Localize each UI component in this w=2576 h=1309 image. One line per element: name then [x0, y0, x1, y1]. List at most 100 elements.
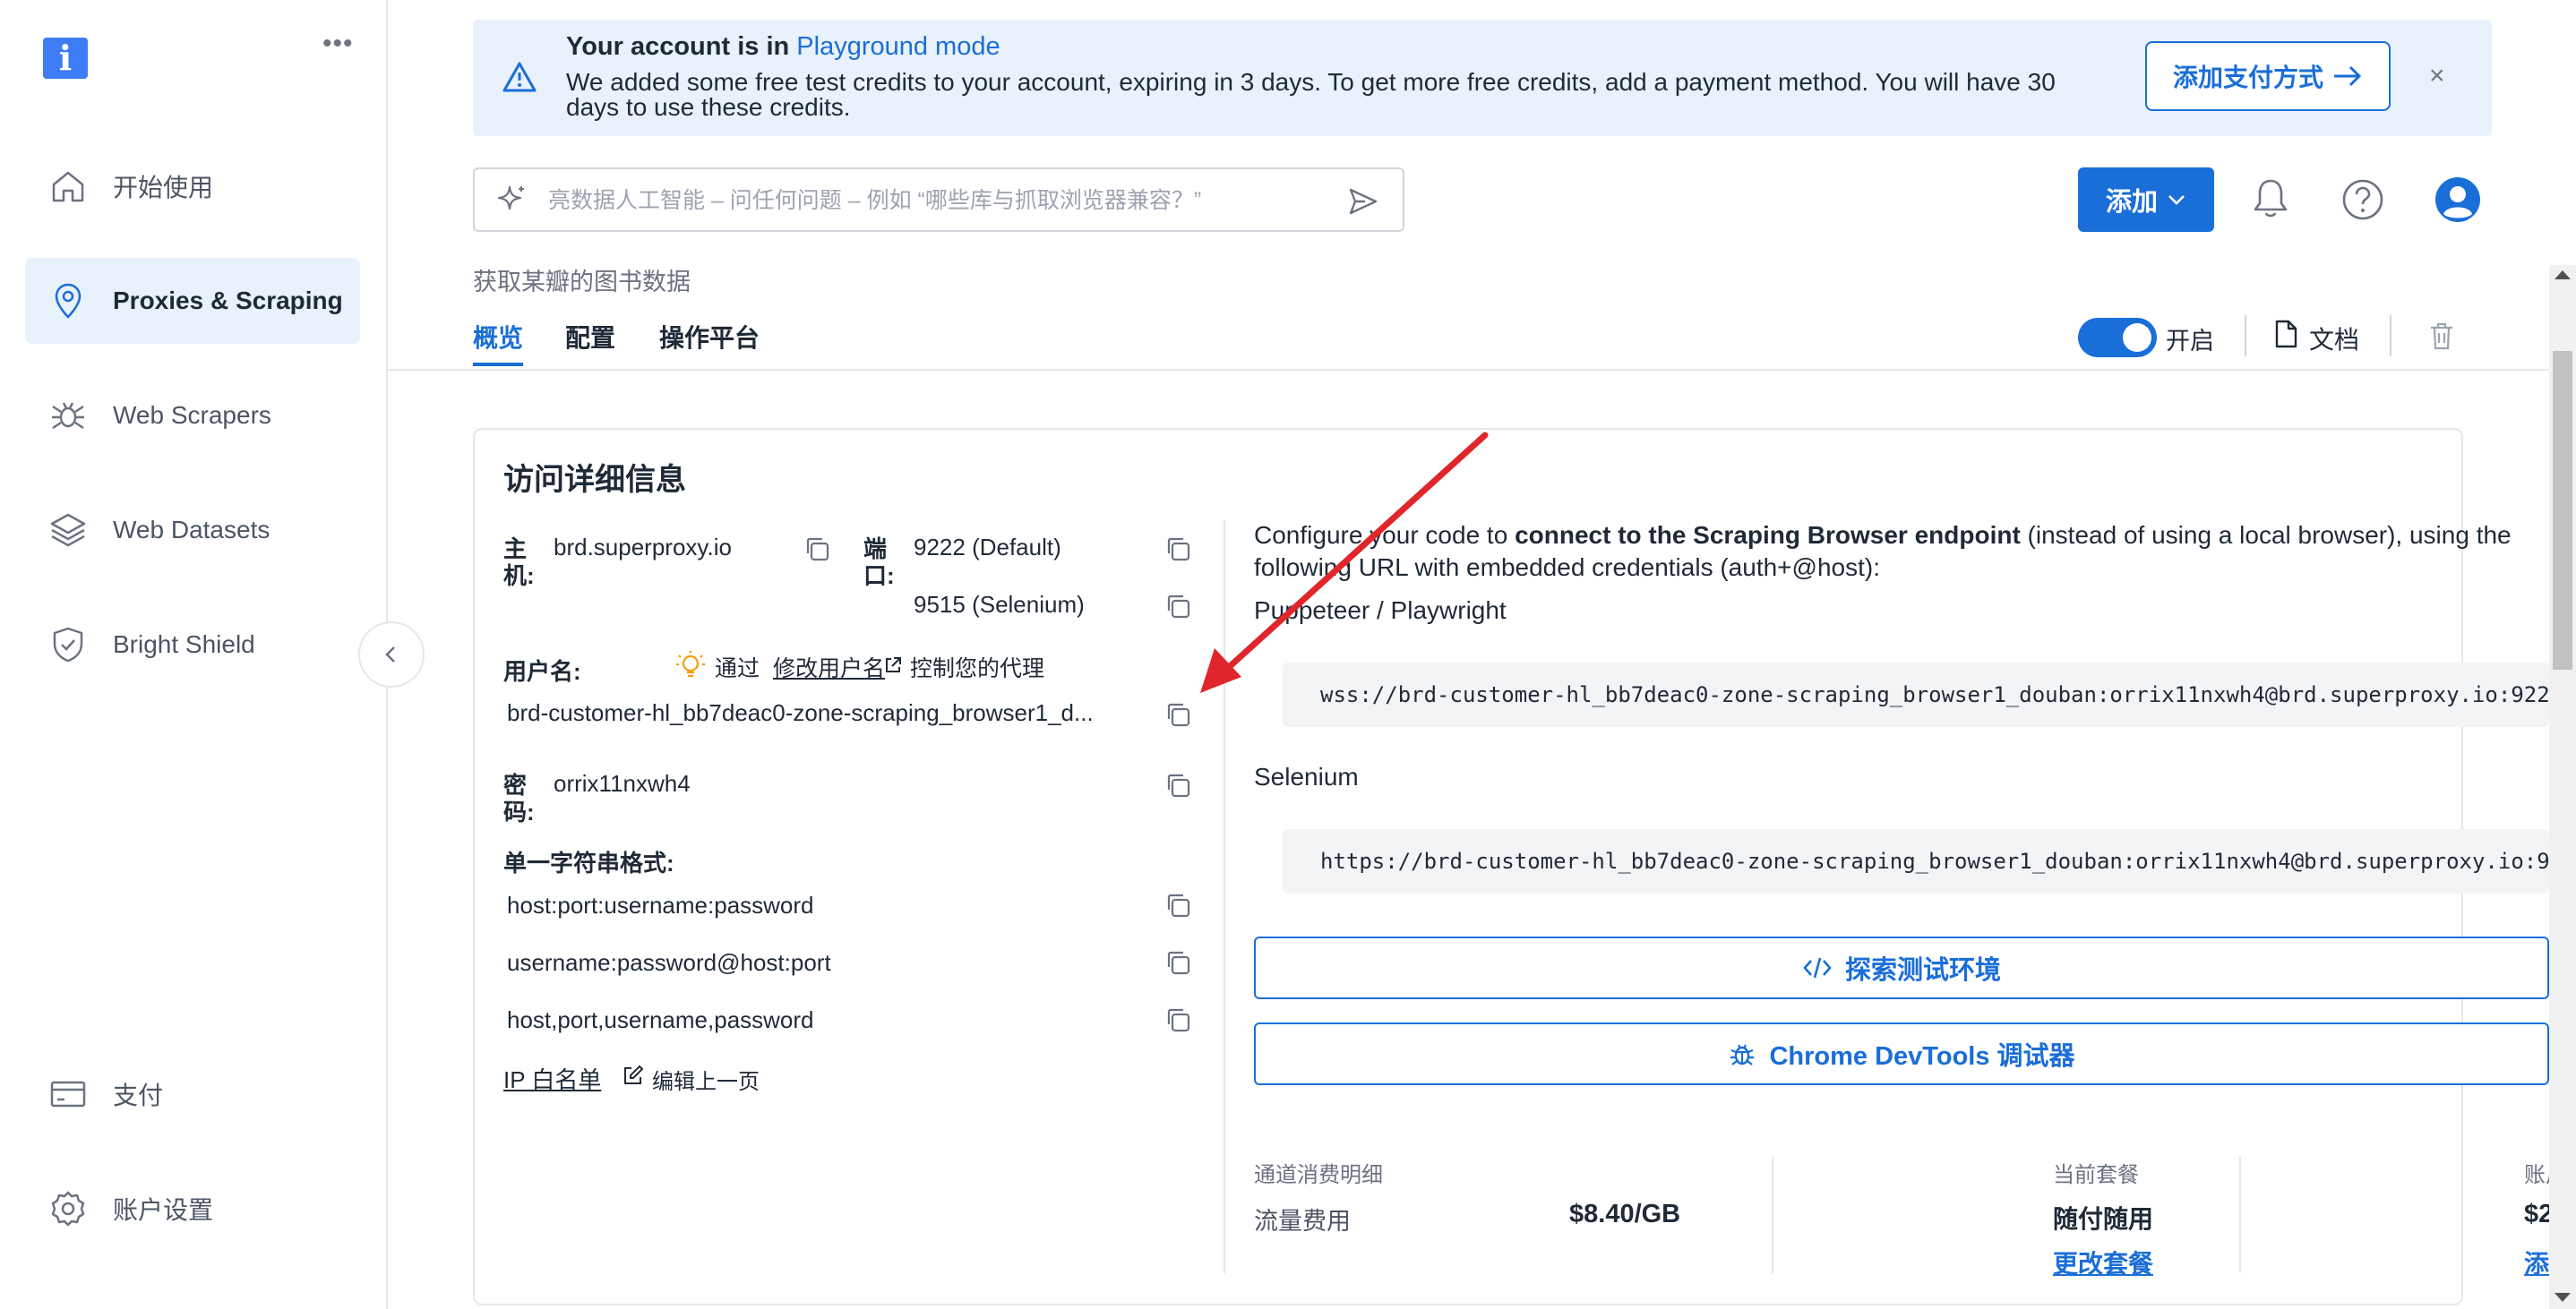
playground-mode-link[interactable]: Playground mode — [796, 32, 1000, 61]
copy-format-3-icon[interactable] — [1163, 1005, 1193, 1035]
traffic-fee-label: 流量费用 — [1254, 1208, 1351, 1235]
edit-previous-page-link[interactable]: 编辑上一页 — [652, 1064, 760, 1095]
copy-format-2-icon[interactable] — [1163, 947, 1193, 978]
selenium-url: https://brd-customer-hl_bb7deac0-zone-sc… — [1320, 849, 2549, 874]
code-icon — [1803, 957, 1832, 979]
shield-icon — [53, 627, 83, 663]
document-icon — [2275, 320, 2297, 348]
sidebar-item-label: 支付 — [113, 1082, 164, 1109]
sidebar-item-label: 开始使用 — [113, 174, 214, 201]
current-plan-value: 随付随用 — [2053, 1205, 2154, 1233]
copy-password-icon[interactable] — [1163, 770, 1193, 800]
docs-label[interactable]: 文档 — [2309, 321, 2359, 356]
warning-icon — [502, 62, 537, 92]
sidebar-item-web-scrapers[interactable]: Web Scrapers — [25, 372, 360, 458]
docs-button[interactable] — [2271, 319, 2300, 349]
sidebar-item-label: Bright Shield — [113, 630, 255, 658]
help-icon[interactable] — [2341, 178, 2384, 221]
gear-icon — [51, 1191, 85, 1227]
spider-icon — [52, 402, 84, 430]
chrome-devtools-debugger-button[interactable]: Chrome DevTools 调试器 — [1254, 1022, 2549, 1085]
header-divider — [388, 369, 2555, 371]
collapse-sidebar-button[interactable] — [358, 621, 425, 688]
sidebar-item-account-settings[interactable]: 账户设置 — [25, 1166, 360, 1252]
port-default-value: 9222 (Default) — [914, 534, 1061, 560]
ip-whitelist-link[interactable]: IP 白名单 — [503, 1062, 601, 1095]
sidebar-item-get-started[interactable]: 开始使用 — [25, 143, 360, 229]
scrollbar-thumb[interactable] — [2553, 351, 2572, 670]
credit-card-icon — [50, 1081, 86, 1108]
trash-icon[interactable] — [2427, 321, 2456, 351]
format-3-value: host,port,username,password — [507, 1006, 814, 1033]
card-title: 访问详细信息 — [503, 463, 686, 497]
toggle-label: 开启 — [2166, 328, 2214, 355]
copy-host-icon[interactable] — [802, 534, 832, 564]
single-string-label: 单一字符串格式: — [503, 850, 674, 877]
account-title: 账户 — [2524, 1163, 2549, 1187]
plan-divider — [2239, 1157, 2241, 1273]
sidebar-item-web-datasets[interactable]: Web Datasets — [25, 487, 360, 573]
scroll-up-arrow-icon[interactable] — [2555, 270, 2571, 279]
explore-playground-button[interactable]: 探索测试环境 — [1254, 937, 2549, 999]
banner-title: Your account is in Playground mode — [566, 32, 1000, 61]
username-value: brd-customer-hl_bb7deac0-zone-scraping_b… — [507, 699, 1094, 726]
puppeteer-url: wss://brd-customer-hl_bb7deac0-zone-scra… — [1320, 682, 2563, 707]
active-tab-indicator — [473, 363, 523, 366]
password-value: orrix11nxwh4 — [554, 770, 691, 797]
fee-divider — [1772, 1157, 1773, 1273]
close-banner-icon[interactable]: × — [2429, 61, 2445, 91]
divider — [2390, 315, 2391, 356]
send-icon[interactable] — [1347, 185, 1379, 218]
sidebar-item-proxies-scraping[interactable]: Proxies & Scraping — [25, 258, 360, 344]
format-2-value: username:password@host:port — [507, 949, 831, 976]
change-plan-link[interactable]: 更改套餐 — [2053, 1245, 2153, 1280]
add-dropdown-button[interactable]: 添加 — [2078, 167, 2214, 232]
account-add-link[interactable]: 添 — [2524, 1245, 2549, 1280]
format-1-value: host:port:username:password — [507, 892, 814, 919]
host-label: 主机: — [503, 535, 535, 589]
ai-ask-bar — [473, 167, 1404, 232]
tab-configuration[interactable]: 配置 — [565, 319, 615, 355]
sparkle-icon — [497, 185, 524, 210]
annotation-arrow-icon — [1200, 432, 1489, 693]
app-logo[interactable]: i — [43, 38, 88, 79]
scroll-down-arrow-icon[interactable] — [2555, 1293, 2571, 1302]
sidebar-item-bright-shield[interactable]: Bright Shield — [25, 602, 360, 688]
bell-icon[interactable] — [2250, 175, 2291, 220]
chevron-down-icon — [2168, 195, 2185, 205]
edit-icon — [624, 1065, 644, 1084]
more-options-icon[interactable]: ••• — [322, 29, 354, 59]
host-value: brd.superproxy.io — [554, 534, 732, 560]
add-payment-method-button[interactable]: 添加支付方式 — [2145, 41, 2391, 111]
password-label: 密码: — [503, 772, 535, 826]
sidebar-item-label: 账户设置 — [113, 1196, 214, 1224]
username-note-suffix: 控制您的代理 — [910, 656, 1045, 681]
traffic-fee-value: $8.40/GB — [1569, 1200, 1681, 1228]
lightbulb-icon — [676, 651, 705, 678]
selenium-label: Selenium — [1254, 763, 1359, 791]
sidebar-item-label: Proxies & Scraping — [113, 287, 343, 314]
banner-body: We added some free test credits to your … — [566, 68, 2056, 121]
sidebar: i ••• 开始使用 Proxies & Scraping Web Scrape… — [0, 0, 388, 1309]
bug-icon — [1730, 1044, 1755, 1065]
modify-username-link[interactable]: 修改用户名 — [773, 656, 885, 681]
port-selenium-value: 9515 (Selenium) — [914, 591, 1085, 618]
ai-ask-input[interactable] — [546, 182, 1338, 219]
tab-overview[interactable]: 概览 — [473, 319, 523, 355]
chevron-left-icon — [385, 646, 395, 663]
home-icon — [52, 171, 84, 202]
sidebar-item-billing[interactable]: 支付 — [25, 1051, 360, 1137]
username-label: 用户名: — [503, 658, 581, 685]
location-pin-icon — [55, 283, 82, 319]
current-plan-title: 当前套餐 — [2053, 1163, 2139, 1187]
divider — [2245, 315, 2246, 356]
zone-toggle[interactable] — [2078, 318, 2157, 357]
username-note: 通过 修改用户名 — [715, 656, 885, 681]
copy-format-1-icon[interactable] — [1163, 890, 1193, 920]
layers-icon — [50, 513, 86, 547]
tab-playground[interactable]: 操作平台 — [659, 319, 760, 355]
user-avatar-icon[interactable] — [2434, 176, 2481, 223]
external-link-icon[interactable] — [883, 655, 903, 675]
selenium-url-box[interactable]: https://brd-customer-hl_bb7deac0-zone-sc… — [1283, 829, 2549, 894]
account-balance-value: $2 — [2524, 1200, 2549, 1228]
